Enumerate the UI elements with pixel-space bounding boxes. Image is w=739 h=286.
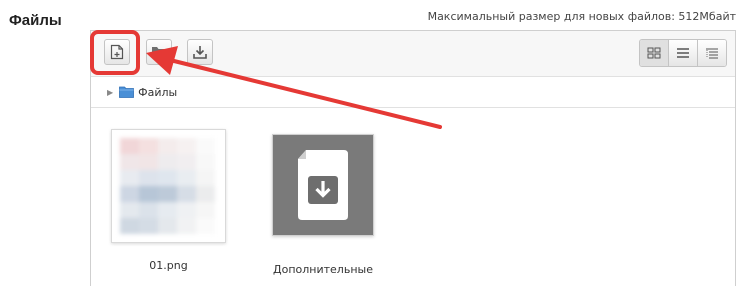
folder-icon xyxy=(119,86,135,98)
file-name[interactable]: 01.png xyxy=(111,259,226,272)
expand-triangle-icon[interactable]: ▶ xyxy=(107,88,113,97)
max-size-info: Максимальный размер для новых файлов: 51… xyxy=(427,10,736,23)
tree-view-icon xyxy=(706,48,718,59)
thumbnail-preview xyxy=(120,138,215,234)
archive-file-icon[interactable] xyxy=(272,134,374,236)
list-view-icon xyxy=(677,48,689,58)
file-tile[interactable]: 01.png xyxy=(111,129,226,272)
file-toolbar xyxy=(91,31,735,77)
view-switcher xyxy=(639,39,727,67)
tree-view-button[interactable] xyxy=(698,40,726,66)
list-view-button[interactable] xyxy=(669,40,698,66)
add-file-button[interactable] xyxy=(104,39,130,65)
icons-view-button[interactable] xyxy=(640,40,669,66)
create-folder-icon xyxy=(152,47,166,58)
icons-view-icon xyxy=(647,47,661,59)
breadcrumb-folder-label[interactable]: Файлы xyxy=(138,86,177,99)
download-all-button[interactable] xyxy=(187,39,213,65)
files-section-label: Файлы xyxy=(9,12,62,29)
file-manager: ▶ Файлы 01.png Дополнительные xyxy=(90,30,736,286)
file-name[interactable]: Дополнительные xyxy=(263,263,383,276)
file-tile[interactable]: Дополнительные xyxy=(263,129,383,276)
add-file-icon xyxy=(110,44,124,60)
file-thumbnail[interactable] xyxy=(111,129,226,243)
create-folder-button[interactable] xyxy=(146,39,172,65)
download-icon xyxy=(193,46,207,59)
breadcrumb: ▶ Файлы xyxy=(91,77,735,108)
